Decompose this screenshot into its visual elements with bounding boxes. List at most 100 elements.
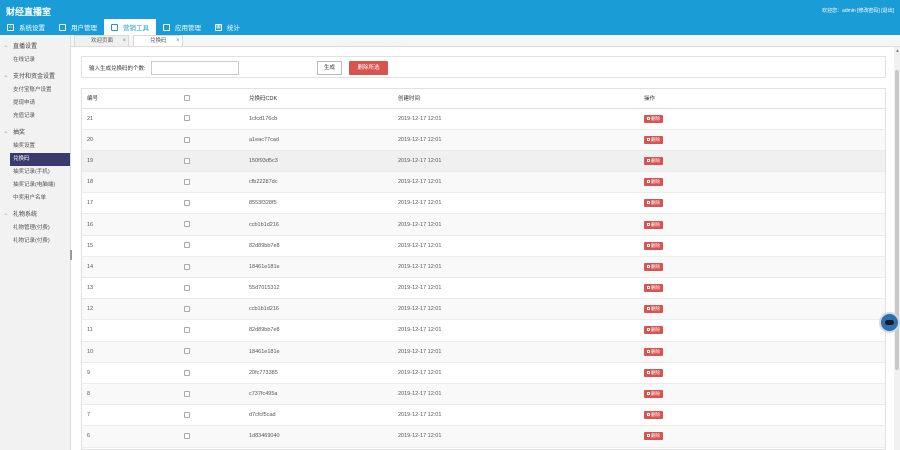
row-checkbox[interactable] — [184, 178, 190, 185]
sidebar-item-gift-management[interactable]: 礼物管理(付费) — [0, 222, 70, 235]
delete-button[interactable]: 删除 — [644, 411, 663, 420]
cell-actions: 删除 — [639, 171, 885, 194]
close-icon[interactable]: × — [176, 36, 180, 47]
row-checkbox[interactable] — [184, 306, 190, 313]
delete-label: 删除 — [651, 285, 660, 291]
trash-icon — [647, 328, 650, 332]
table-row: 16 ccb1b1d216 2019-12-17 12:01 删除 — [82, 213, 885, 236]
sidebar-item-winners-list[interactable]: 中奖用户名单 — [0, 192, 70, 205]
row-checkbox[interactable] — [184, 327, 190, 334]
nav-label: 应用管理 — [175, 25, 201, 32]
row-checkbox[interactable] — [184, 411, 190, 418]
cell-code: ccb1b1d216 — [244, 298, 393, 321]
delete-button[interactable]: 删除 — [644, 326, 663, 335]
floating-avatar[interactable] — [879, 312, 900, 333]
cell-id: 20 — [82, 129, 179, 151]
delete-button[interactable]: 删除 — [644, 178, 663, 187]
nav-statistics[interactable]: ▦ 统计 — [208, 19, 247, 35]
generate-count-input[interactable] — [151, 61, 239, 75]
row-checkbox[interactable] — [184, 242, 190, 249]
delete-button[interactable]: 删除 — [644, 241, 663, 250]
row-checkbox[interactable] — [184, 221, 190, 228]
sidebar-item-lottery-records-mobile[interactable]: 抽奖记录(手机) — [0, 166, 70, 179]
close-icon[interactable]: × — [123, 36, 127, 47]
row-checkbox[interactable] — [184, 348, 190, 355]
delete-button[interactable]: 删除 — [644, 220, 663, 229]
delete-button[interactable]: 删除 — [644, 262, 663, 271]
cell-id: 15 — [82, 235, 179, 257]
cell-id: 19 — [82, 150, 179, 173]
main-nav: ⌂ 系统设置 用户管理 营销工具 应用管理 ▦ 统计 — [0, 19, 247, 35]
delete-button[interactable]: 删除 — [644, 135, 663, 144]
row-checkbox[interactable] — [184, 390, 190, 397]
user-info[interactable]: 欢迎您：admin [修改密码] [退出] — [822, 7, 894, 14]
cell-select — [179, 298, 244, 321]
table-row: 14 18461e181e 2019-12-17 12:01 删除 — [82, 256, 885, 279]
redeem-code-table: 编号 兑换码CDK 创建时间 操作 21 1cfcd176cb 2019-12-17… — [81, 88, 886, 450]
sidebar-item-withdraw-requests[interactable]: 提现申请 — [0, 97, 70, 110]
row-checkbox[interactable] — [184, 433, 190, 440]
cell-actions: 删除 — [639, 298, 885, 321]
delete-button[interactable]: 删除 — [644, 284, 663, 293]
delete-button[interactable]: 删除 — [644, 347, 663, 356]
nav-label: 营销工具 — [123, 25, 149, 32]
tab-welcome[interactable]: 欢迎页面 × — [74, 35, 130, 47]
row-checkbox[interactable] — [184, 263, 190, 270]
cell-select — [179, 362, 244, 384]
top-header: 财经直播室 欢迎您：admin [修改密码] [退出] ⌂ 系统设置 用户管理 … — [0, 0, 900, 35]
tab-redeem-codes[interactable]: 兑换码 × — [133, 35, 183, 46]
cell-created: 2019-12-17 12:01 — [393, 213, 639, 236]
row-checkbox[interactable] — [184, 284, 190, 291]
sidebar-group-live[interactable]: 直播设置 — [0, 41, 70, 54]
column-header-actions: 操作 — [639, 89, 885, 109]
cell-code: 20fc773385 — [244, 362, 393, 384]
sidebar-item-alipay-settings[interactable]: 支付宝账户设置 — [0, 84, 70, 97]
table-row: 15 82d89bb7e8 2019-12-17 12:01 删除 — [82, 235, 885, 257]
table-row: 11 82d89bb7e8 2019-12-17 12:01 删除 — [82, 319, 885, 342]
cell-created: 2019-12-17 12:01 — [393, 298, 639, 321]
column-header-created: 创建时间 — [393, 89, 639, 109]
sidebar-group-payment[interactable]: 支付和资金设置 — [0, 71, 70, 84]
delete-button[interactable]: 删除 — [644, 305, 663, 314]
app-title: 财经直播室 — [6, 7, 52, 17]
row-checkbox[interactable] — [184, 200, 190, 207]
row-checkbox[interactable] — [184, 115, 190, 122]
delete-button[interactable]: 删除 — [644, 199, 663, 208]
scroll-up-icon[interactable]: ▲ — [895, 48, 900, 54]
sidebar-item-lottery-records-pc[interactable]: 抽奖记录(电脑端) — [0, 179, 70, 192]
select-all-checkbox[interactable] — [184, 95, 190, 102]
sidebar-item-redeem-codes[interactable]: 兑换码 — [10, 153, 70, 166]
sidebar-item-lottery-settings[interactable]: 抽奖设置 — [0, 140, 70, 153]
nav-label: 系统设置 — [19, 25, 45, 32]
sidebar-group-lottery[interactable]: 抽奖 — [0, 127, 70, 140]
delete-selected-button[interactable]: 删除所选 — [349, 61, 388, 75]
delete-button[interactable]: 删除 — [644, 390, 663, 399]
sidebar-group-gifts[interactable]: 礼物系统 — [0, 209, 70, 222]
nav-system-settings[interactable]: ⌂ 系统设置 — [0, 19, 52, 35]
delete-button[interactable]: 删除 — [644, 368, 663, 377]
delete-label: 删除 — [651, 179, 660, 185]
delete-button[interactable]: 删除 — [644, 432, 663, 441]
row-checkbox[interactable] — [184, 157, 190, 164]
nav-marketing-tools[interactable]: 营销工具 — [104, 19, 156, 35]
nav-user-management[interactable]: 用户管理 — [52, 19, 104, 35]
cell-code: d7cfcf5cad — [244, 404, 393, 427]
row-checkbox[interactable] — [184, 136, 190, 143]
delete-button[interactable]: 删除 — [644, 114, 663, 123]
sidebar-toggle-handle[interactable] — [70, 250, 72, 260]
sidebar-item-gift-records[interactable]: 礼物记录(付费) — [0, 235, 70, 248]
cell-actions: 删除 — [639, 425, 885, 448]
delete-label: 删除 — [651, 348, 660, 354]
cell-code: 1d83469040 — [244, 425, 393, 448]
row-checkbox[interactable] — [184, 369, 190, 376]
cell-created: 2019-12-17 12:01 — [393, 150, 639, 173]
cell-select — [179, 171, 244, 194]
sidebar-item-online-records[interactable]: 在线记录 — [0, 54, 70, 67]
table-row: 18 cfb22287dc 2019-12-17 12:01 删除 — [82, 171, 885, 194]
generate-button[interactable]: 生成 — [317, 61, 342, 75]
nav-app-management[interactable]: 应用管理 — [156, 19, 208, 35]
delete-button[interactable]: 删除 — [644, 156, 663, 165]
table-row: 8 c737fc495a 2019-12-17 12:01 删除 — [82, 383, 885, 406]
sidebar-item-recharge-records[interactable]: 充值记录 — [0, 110, 70, 123]
cell-created: 2019-12-17 12:01 — [393, 383, 639, 406]
